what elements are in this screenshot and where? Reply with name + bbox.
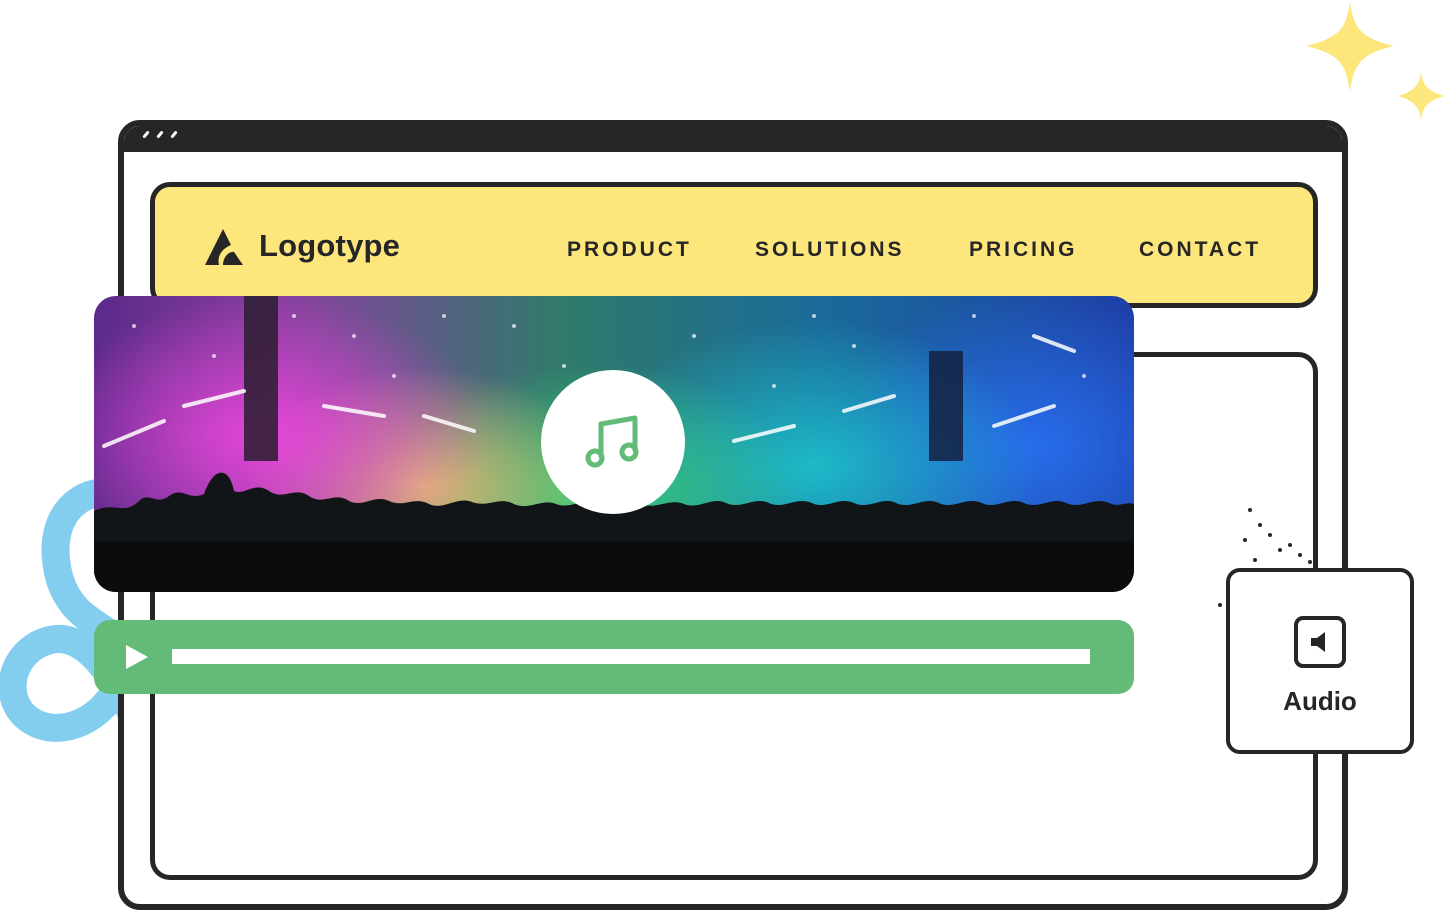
nav-pricing[interactable]: PRICING [969, 238, 1078, 262]
window-titlebar [124, 126, 1342, 152]
music-note-icon [585, 415, 639, 468]
site-navbar: Logotype PRODUCT SOLUTIONS PRICING CONTA… [150, 182, 1318, 308]
sparkle-icon [1306, 2, 1444, 120]
logotype-mark-icon [205, 229, 243, 265]
speaker-icon [1294, 616, 1346, 668]
nav-contact[interactable]: CONTACT [1139, 238, 1261, 262]
nav-solutions[interactable]: SOLUTIONS [755, 238, 905, 262]
window-dots-icon [142, 130, 178, 139]
audio-badge[interactable]: Audio [1226, 568, 1414, 754]
brand-logo[interactable]: Logotype [203, 225, 400, 267]
nav-product[interactable]: PRODUCT [567, 238, 692, 262]
audio-label: Audio [1283, 686, 1357, 716]
brand-name: Logotype [259, 228, 401, 263]
progress-track[interactable] [172, 649, 1090, 664]
audio-player [94, 620, 1134, 694]
play-icon[interactable] [124, 643, 150, 671]
music-play-button[interactable] [541, 370, 685, 514]
